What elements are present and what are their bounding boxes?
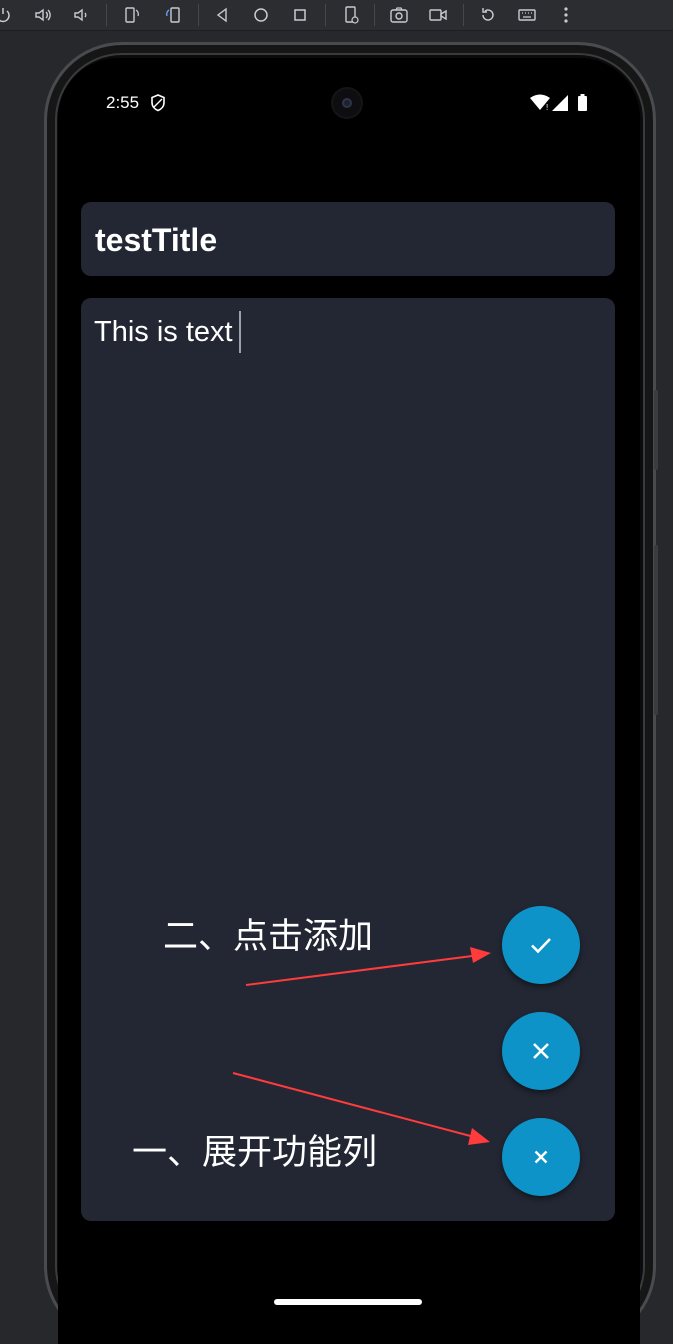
close-icon xyxy=(534,1150,548,1164)
overview-icon[interactable] xyxy=(287,2,313,28)
rotate-right-icon[interactable] xyxy=(160,2,186,28)
note-title-field[interactable]: testTitle xyxy=(81,202,615,276)
status-icons: ! xyxy=(530,94,587,112)
more-icon[interactable] xyxy=(553,2,579,28)
device-settings-icon[interactable] xyxy=(338,2,364,28)
volume-rocker xyxy=(654,545,658,715)
gesture-home-bar[interactable] xyxy=(274,1299,422,1305)
note-title-text: testTitle xyxy=(95,222,218,258)
check-icon xyxy=(531,938,551,954)
power-icon[interactable] xyxy=(0,2,16,28)
annotation-step-2: 二、点击添加 xyxy=(163,917,374,957)
text-cursor xyxy=(239,311,241,353)
reset-icon[interactable] xyxy=(475,2,501,28)
emulator-toolbar xyxy=(0,0,673,31)
signal-icon xyxy=(552,95,568,111)
battery-icon xyxy=(578,94,587,111)
home-icon[interactable] xyxy=(248,2,274,28)
cancel-button[interactable] xyxy=(502,1012,580,1090)
confirm-add-button[interactable] xyxy=(502,906,580,984)
volume-up-icon[interactable] xyxy=(30,2,56,28)
keyboard-icon[interactable] xyxy=(514,2,540,28)
note-body-text: This is text xyxy=(94,316,233,348)
expand-menu-button[interactable] xyxy=(502,1118,580,1196)
close-icon xyxy=(533,1043,549,1059)
status-time: 2:55 xyxy=(106,93,140,112)
back-icon[interactable] xyxy=(209,2,235,28)
screenshot-icon[interactable] xyxy=(386,2,412,28)
side-button xyxy=(654,390,658,470)
rotate-left-icon[interactable] xyxy=(119,2,145,28)
front-camera xyxy=(333,89,361,117)
volume-down-icon[interactable] xyxy=(68,2,94,28)
screen-record-icon[interactable] xyxy=(425,2,451,28)
annotation-step-1: 一、展开功能列 xyxy=(132,1133,378,1173)
svg-text:!: ! xyxy=(546,103,548,112)
shield-icon xyxy=(151,94,165,112)
